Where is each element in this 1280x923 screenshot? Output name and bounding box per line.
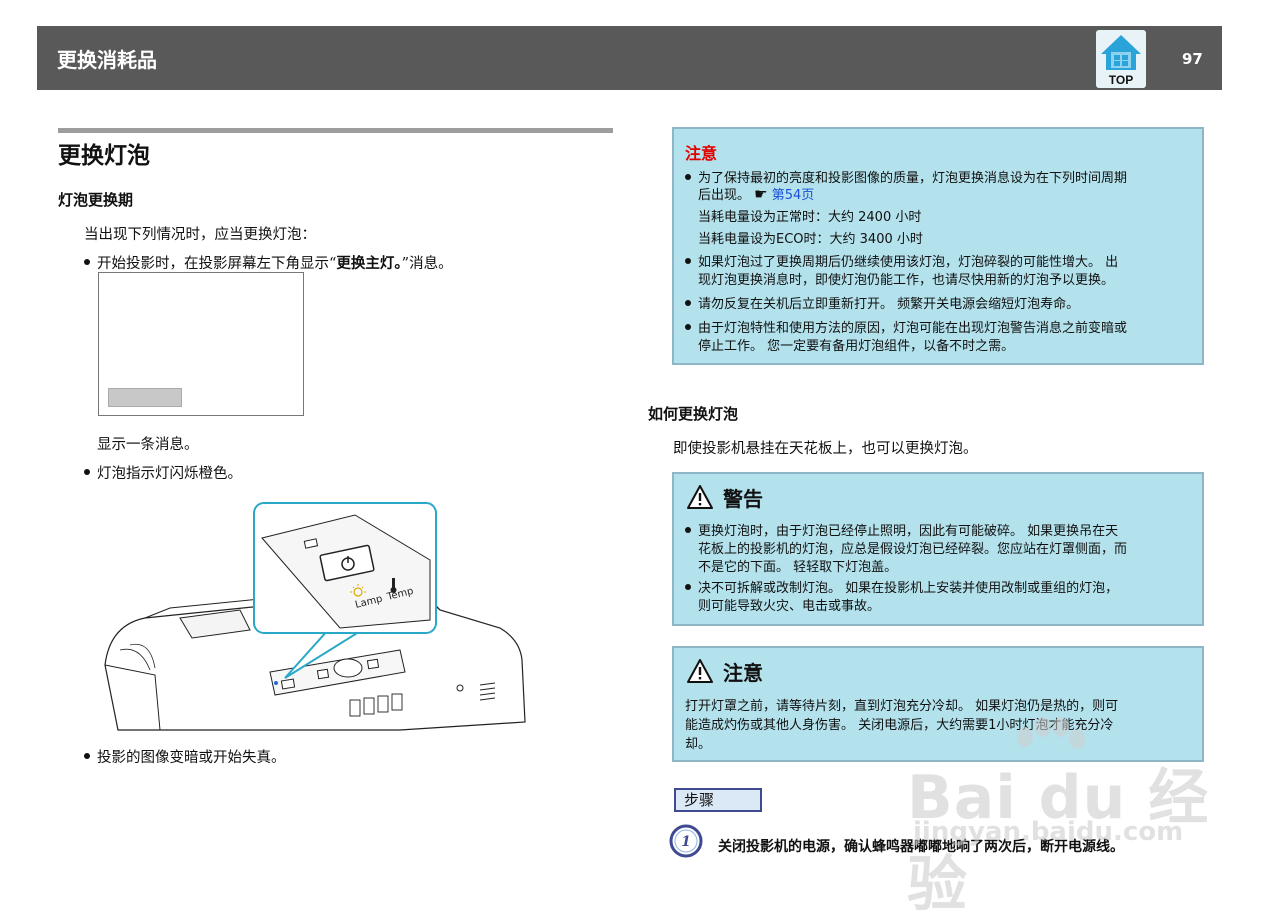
top-house-icon[interactable]: TOP — [1096, 30, 1146, 88]
top-label: TOP — [1109, 73, 1133, 87]
bullet-image-dim: 投影的图像变暗或开始失真。 — [84, 746, 286, 767]
bullet-text: 开始投影时，在投影屏幕左下角显示“ — [97, 256, 337, 272]
warning-item: 更换灯泡时，由于灯泡已经停止照明，因此有可能破碎。 如果更换吊在天 — [685, 520, 1118, 539]
bullet-dot — [685, 526, 691, 533]
caution-text-line: 却。 — [685, 737, 712, 752]
projector-control-panel-illustration: Lamp Temp — [104, 502, 526, 731]
baidu-watermark: Bai du 经验 jingyan.baidu.com — [895, 715, 1215, 920]
normal-power-hours: 当耗电量设为正常时：大约 2400 小时 — [698, 210, 922, 225]
bullet-dot — [685, 583, 691, 590]
section-rule — [58, 128, 613, 133]
warning-triangle-icon — [687, 659, 713, 683]
warning-header: 警告 — [687, 483, 763, 511]
section-title: 更换灯泡 — [58, 143, 150, 169]
caution-item-continuation: 现灯泡更换消息时，即使灯泡仍能工作，也请尽快用新的灯泡予以更换。 — [698, 273, 1115, 288]
intro-text: 当出现下列情况时，应当更换灯泡： — [84, 227, 316, 243]
header-bar: 更换消耗品 TOP 97 — [37, 26, 1222, 90]
warning-item-text: 更换灯泡时，由于灯泡已经停止照明，因此有可能破碎。 如果更换吊在天 — [698, 524, 1119, 539]
page-link[interactable]: 第54页 — [772, 188, 815, 203]
caution-item-text: 请勿反复在关机后立即重新打开。 频繁开关电源会缩短灯泡寿命。 — [698, 297, 1080, 312]
warning-triangle-icon — [687, 485, 713, 509]
bullet-bold-text: 更换主灯。 — [336, 256, 402, 272]
caution-heading: 注意 — [723, 660, 763, 685]
warning-item-text: 决不可拆解或改制灯泡。 如果在投影机上安装并使用改制或重组的灯泡， — [698, 581, 1119, 596]
bullet-lamp-message: 开始投影时，在投影屏幕左下角显示“更换主灯。”消息。 — [84, 252, 453, 273]
caution-item: 请勿反复在关机后立即重新打开。 频繁开关电源会缩短灯泡寿命。 — [685, 293, 1079, 312]
warning-item-continuation: 则可能导致火灾、电击或事故。 — [698, 599, 881, 614]
step-number-icon: 1 — [669, 824, 703, 858]
caution-text-line: 打开灯罩之前，请等待片刻，直到灯泡充分冷却。 如果灯泡仍是热的，则可 — [685, 699, 1119, 714]
warning-box: 警告 更换灯泡时，由于灯泡已经停止照明，因此有可能破碎。 如果更换吊在天 花板上… — [672, 472, 1204, 626]
warning-heading: 警告 — [723, 486, 763, 511]
caution-item: 如果灯泡过了更换周期后仍继续使用该灯泡，灯泡碎裂的可能性增大。 出 — [685, 251, 1118, 270]
screen-message-bar — [108, 388, 182, 407]
warning-item: 决不可拆解或改制灯泡。 如果在投影机上安装并使用改制或重组的灯泡， — [685, 577, 1118, 596]
how-to-replace-text: 即使投影机悬挂在天花板上，也可以更换灯泡。 — [673, 441, 978, 457]
subsection-title: 灯泡更换期 — [58, 191, 134, 209]
pointing-hand-icon: ☛ — [754, 185, 768, 203]
steps-label: 步骤 — [674, 788, 762, 812]
caution-item: 由于灯泡特性和使用方法的原因，灯泡可能在出现灯泡警告消息之前变暗或 — [685, 317, 1127, 336]
caution-box: 注意 为了保持最初的亮度和投影图像的质量，灯泡更换消息设为在下列时间周期 后出现… — [672, 127, 1204, 365]
eco-power-hours: 当耗电量设为ECO时：大约 3400 小时 — [698, 232, 923, 247]
caution-item-text: 后出现。 — [698, 188, 751, 203]
caution-item-text: 如果灯泡过了更换周期后仍继续使用该灯泡，灯泡碎裂的可能性增大。 出 — [698, 255, 1119, 270]
step-number: 1 — [681, 834, 691, 850]
bullet-text: 灯泡指示灯闪烁橙色。 — [97, 466, 242, 482]
page-number: 97 — [1182, 50, 1203, 68]
bullet-dot — [84, 469, 90, 475]
bullet-dot — [685, 173, 691, 180]
bullet-text-suffix: ”消息。 — [401, 256, 453, 272]
bullet-dot — [84, 259, 90, 265]
caution-item-continuation: 后出现。 ☛ 第54页 — [698, 184, 814, 203]
bullet-dot — [685, 257, 691, 264]
bullet-text: 投影的图像变暗或开始失真。 — [97, 750, 286, 766]
chapter-title: 更换消耗品 — [57, 48, 157, 72]
screen-caption: 显示一条消息。 — [97, 437, 199, 453]
bullet-lamp-indicator: 灯泡指示灯闪烁橙色。 — [84, 462, 242, 483]
caution-item-text: 由于灯泡特性和使用方法的原因，灯泡可能在出现灯泡警告消息之前变暗或 — [698, 321, 1128, 336]
how-to-replace-title: 如何更换灯泡 — [648, 405, 739, 423]
caution-heading: 注意 — [685, 144, 718, 163]
projection-screen-illustration — [98, 272, 304, 416]
bullet-dot — [84, 753, 90, 759]
caution-header: 注意 — [687, 657, 763, 685]
bullet-dot — [685, 299, 691, 306]
caution-item-continuation: 停止工作。 您一定要有备用灯泡组件，以备不时之需。 — [698, 339, 1015, 354]
warning-item-continuation: 不是它的下面。 轻轻取下灯泡盖。 — [698, 560, 898, 575]
warning-item-continuation: 花板上的投影机的灯泡，应总是假设灯泡已经碎裂。您应站在灯罩侧面，而 — [698, 542, 1128, 557]
watermark-url: jingyan.baidu.com — [913, 817, 1184, 847]
bullet-dot — [685, 323, 691, 330]
